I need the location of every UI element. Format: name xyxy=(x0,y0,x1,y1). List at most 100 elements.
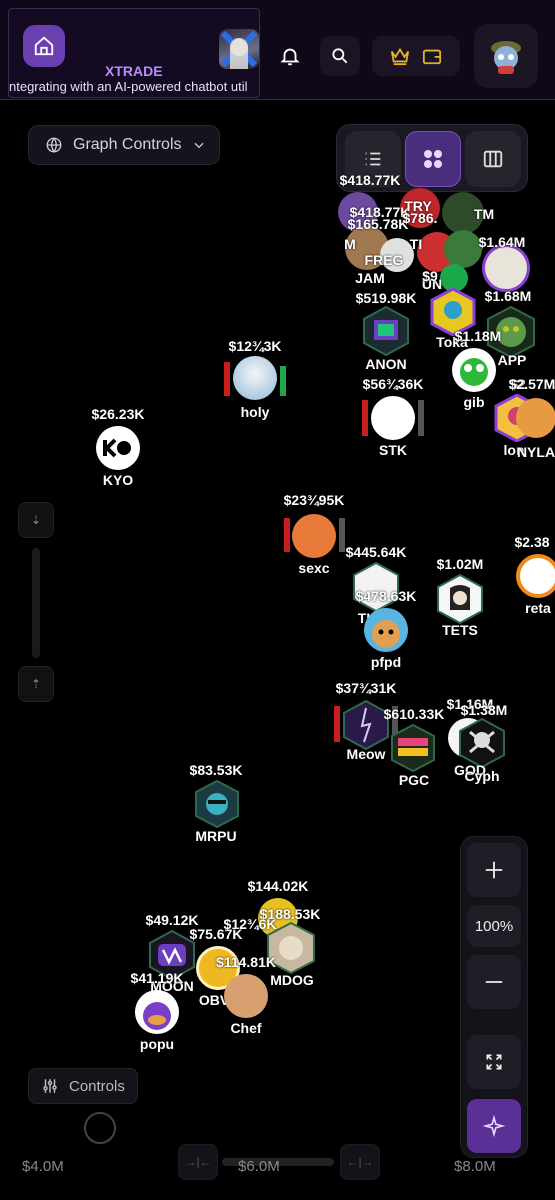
minus-icon xyxy=(485,981,503,983)
fit-view-button[interactable] xyxy=(467,1035,521,1089)
crown-icon xyxy=(390,47,410,66)
token-avatar xyxy=(233,356,277,400)
token-mcap: $478.63K xyxy=(355,588,417,604)
home-icon xyxy=(34,36,54,56)
token-avatar xyxy=(353,562,399,612)
token-symbol: Chef xyxy=(230,1020,262,1036)
buy-pressure-bar xyxy=(418,400,424,436)
token-mcap: $2.57M xyxy=(508,376,555,392)
search-button[interactable] xyxy=(320,36,360,76)
top-header: XTRADE ntegrating with an AI-powered cha… xyxy=(0,0,555,100)
plus-icon xyxy=(485,861,503,879)
grid-dots-icon xyxy=(424,150,442,168)
token-avatar xyxy=(482,244,530,292)
user-avatar-icon xyxy=(491,41,521,74)
token-avatar xyxy=(516,554,555,598)
controls-label: Controls xyxy=(69,1077,125,1095)
x-axis-min-label: $4.0M xyxy=(22,1158,64,1175)
list-icon xyxy=(365,152,381,166)
zoom-level: 100% xyxy=(467,905,521,947)
sell-pressure-bar xyxy=(224,362,230,396)
x-axis-expand-button[interactable]: ←|→ xyxy=(340,1144,380,1180)
sliders-icon xyxy=(43,1079,57,1093)
token-symbol: KYO xyxy=(102,472,134,488)
token-symbol: TI xyxy=(409,236,423,252)
token-mcap: $519.98K xyxy=(355,290,417,306)
ticker-token-name: XTRADE xyxy=(105,63,163,79)
controls-button[interactable]: Controls xyxy=(28,1068,138,1104)
token-mcap: $37¾31K xyxy=(335,680,397,696)
kyo-logo-icon xyxy=(103,438,131,458)
ai-assist-button[interactable] xyxy=(467,1099,521,1153)
notifications-button[interactable] xyxy=(270,36,310,76)
token-symbol: TM xyxy=(473,206,495,222)
globe-icon xyxy=(46,137,62,153)
home-button[interactable] xyxy=(23,25,65,67)
token-avatar xyxy=(364,608,408,652)
token-symbol: pfpd xyxy=(370,654,402,670)
popcat-icon xyxy=(143,1002,171,1030)
zoom-panel: 100% xyxy=(460,836,528,1158)
zoom-in-button[interactable] xyxy=(467,843,521,897)
expand-icon xyxy=(486,1054,502,1070)
token-mcap: $418.77K xyxy=(339,172,401,188)
token-mcap: $144.02K xyxy=(247,878,309,894)
token-symbol: gib xyxy=(463,394,485,410)
bell-icon xyxy=(280,48,300,66)
token-mcap: $1.18M xyxy=(454,328,502,344)
token-avatar xyxy=(363,306,409,356)
token-mcap: $9 xyxy=(422,268,438,284)
zoom-out-button[interactable] xyxy=(467,955,521,1009)
token-mcap: $1.64M xyxy=(478,234,526,250)
token-mcap: $610.33K xyxy=(383,706,445,722)
token-avatar xyxy=(437,574,483,624)
ticker-token-avatar xyxy=(219,29,259,69)
token-mcap: $1.68M xyxy=(484,288,532,304)
y-axis-slider[interactable] xyxy=(32,548,40,658)
buy-pressure-bar xyxy=(339,518,345,552)
token-symbol: PGC xyxy=(398,772,430,788)
token-mcap: $12¾3K xyxy=(228,338,282,354)
graph-controls-dropdown[interactable]: Graph Controls xyxy=(28,125,220,165)
token-symbol: Cyph xyxy=(464,768,500,784)
token-mcap: $165.78K xyxy=(347,216,409,232)
token-symbol: APP xyxy=(497,352,527,368)
token-symbol: JAM xyxy=(355,270,385,286)
token-avatar xyxy=(224,974,268,1018)
token-avatar xyxy=(391,724,435,772)
record-button[interactable] xyxy=(84,1112,116,1144)
token-mcap: $12¾6K xyxy=(223,916,277,932)
token-avatar xyxy=(135,990,179,1034)
wallet-area[interactable] xyxy=(372,36,460,76)
token-symbol: FREG xyxy=(364,252,404,268)
bubble-view-button[interactable] xyxy=(405,131,461,187)
token-mcap: $41.19K xyxy=(130,970,184,986)
ticker-description: ntegrating with an AI-powered chatbot ut… xyxy=(9,79,248,94)
token-symbol: popu xyxy=(139,1036,175,1052)
token-mcap: $56¾36K xyxy=(362,376,424,392)
token-avatar xyxy=(371,396,415,440)
token-mcap: $1.02M xyxy=(436,556,484,572)
token-symbol: reta xyxy=(525,600,551,616)
token-symbol: holy xyxy=(240,404,270,420)
token-mcap: $114.81K xyxy=(216,954,276,970)
token-avatar xyxy=(444,230,482,268)
x-logo-icon xyxy=(220,30,258,69)
y-axis-collapse-button[interactable]: ⇡ xyxy=(18,666,54,702)
token-mcap: $445.64K xyxy=(345,544,407,560)
token-symbol: MDOG xyxy=(270,972,314,988)
token-symbol: NYLA xyxy=(516,444,555,460)
token-symbol: MRPU xyxy=(195,828,237,844)
sell-pressure-bar xyxy=(284,518,290,552)
token-avatar xyxy=(459,718,505,768)
token-avatar xyxy=(292,514,336,558)
y-axis-expand-button[interactable]: ⇣ xyxy=(18,502,54,538)
user-avatar-button[interactable] xyxy=(474,24,538,88)
columns-view-button[interactable] xyxy=(465,131,521,187)
x-axis-collapse-button[interactable]: →|← xyxy=(178,1144,218,1180)
x-axis-mid-label: $6.0M xyxy=(238,1158,280,1175)
token-symbol: M xyxy=(344,236,356,252)
token-ticker[interactable]: XTRADE ntegrating with an AI-powered cha… xyxy=(8,8,260,98)
token-mcap: $2.38 xyxy=(514,534,550,550)
frog-icon xyxy=(460,358,488,386)
